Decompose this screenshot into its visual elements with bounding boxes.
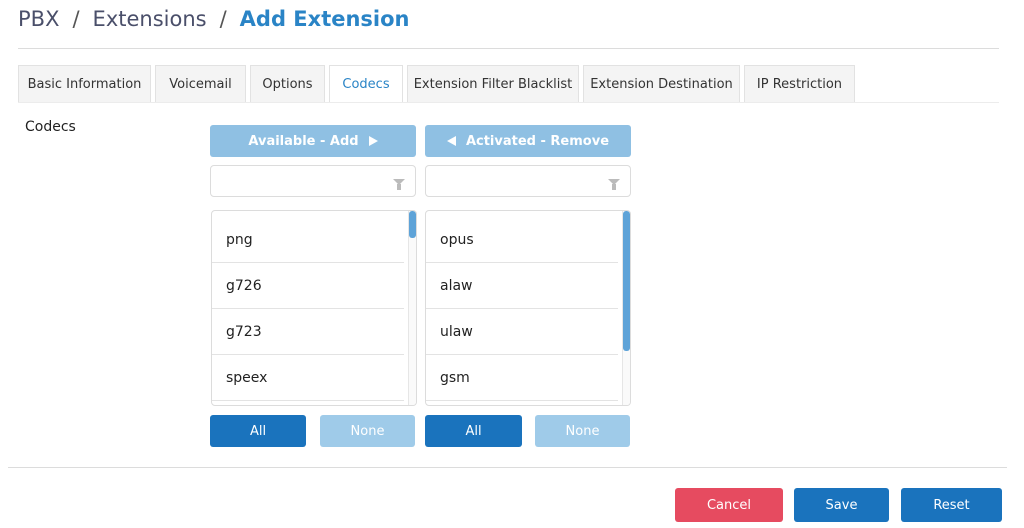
available-scrollbar-thumb[interactable] bbox=[409, 211, 416, 238]
list-item[interactable]: speex bbox=[212, 355, 404, 401]
available-filter-input[interactable] bbox=[211, 166, 415, 196]
tab-basic-information[interactable]: Basic Information bbox=[18, 65, 151, 103]
activated-remove-button[interactable]: Activated - Remove bbox=[425, 125, 631, 157]
breadcrumb-separator: / bbox=[219, 7, 227, 31]
list-item[interactable]: g723 bbox=[212, 309, 404, 355]
list-item[interactable]: g726 bbox=[212, 263, 404, 309]
page-title: Add Extension bbox=[239, 7, 410, 31]
tab-options[interactable]: Options bbox=[250, 65, 325, 103]
tab-codecs[interactable]: Codecs bbox=[329, 65, 403, 103]
tab-extension-destination[interactable]: Extension Destination bbox=[583, 65, 740, 103]
breadcrumb-extensions[interactable]: Extensions bbox=[93, 7, 207, 31]
tab-bar: Basic Information Voicemail Options Code… bbox=[18, 65, 859, 103]
header-divider bbox=[18, 48, 999, 49]
breadcrumb-pbx[interactable]: PBX bbox=[18, 7, 59, 31]
activated-filter bbox=[425, 165, 631, 197]
filter-icon bbox=[393, 179, 405, 190]
cancel-button[interactable]: Cancel bbox=[675, 488, 783, 522]
list-item[interactable]: alaw bbox=[426, 263, 618, 309]
arrow-right-icon bbox=[368, 136, 378, 146]
available-filter bbox=[210, 165, 416, 197]
list-item[interactable]: png bbox=[212, 217, 404, 263]
available-add-label: Available - Add bbox=[248, 133, 359, 149]
list-item[interactable]: ulaw bbox=[426, 309, 618, 355]
breadcrumb-separator: / bbox=[72, 7, 80, 31]
tab-extension-filter-blacklist[interactable]: Extension Filter Blacklist bbox=[407, 65, 579, 103]
list-item[interactable] bbox=[426, 401, 618, 405]
filter-icon bbox=[608, 179, 620, 190]
activated-scrollbar-thumb[interactable] bbox=[623, 211, 630, 351]
available-scrollbar[interactable] bbox=[408, 211, 416, 405]
list-item[interactable]: opus bbox=[426, 217, 618, 263]
breadcrumb: PBX / Extensions / Add Extension bbox=[18, 4, 410, 34]
available-add-button[interactable]: Available - Add bbox=[210, 125, 416, 157]
arrow-left-icon bbox=[446, 136, 456, 146]
footer-divider bbox=[8, 467, 1007, 468]
tab-divider bbox=[18, 102, 999, 103]
activated-codecs-list[interactable]: opus alaw ulaw gsm bbox=[425, 210, 631, 406]
list-item[interactable]: gsm bbox=[426, 355, 618, 401]
reset-button[interactable]: Reset bbox=[901, 488, 1002, 522]
activated-none-button[interactable]: None bbox=[535, 415, 630, 447]
available-all-button[interactable]: All bbox=[210, 415, 306, 447]
activated-remove-label: Activated - Remove bbox=[465, 133, 610, 149]
tab-ip-restriction[interactable]: IP Restriction bbox=[744, 65, 855, 103]
activated-all-button[interactable]: All bbox=[425, 415, 522, 447]
activated-scrollbar[interactable] bbox=[622, 211, 630, 405]
codecs-label: Codecs bbox=[25, 119, 76, 135]
save-button[interactable]: Save bbox=[794, 488, 889, 522]
list-item[interactable] bbox=[212, 401, 404, 405]
activated-filter-input[interactable] bbox=[426, 166, 630, 196]
available-none-button[interactable]: None bbox=[320, 415, 415, 447]
tab-voicemail[interactable]: Voicemail bbox=[155, 65, 246, 103]
available-codecs-list[interactable]: png g726 g723 speex bbox=[211, 210, 417, 406]
